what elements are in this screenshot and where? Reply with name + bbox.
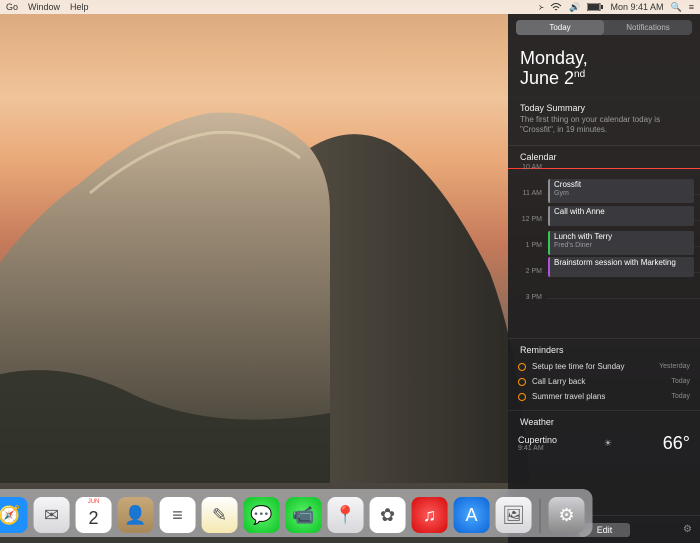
bluetooth-icon[interactable]: ᚛: [539, 2, 544, 13]
tab-today[interactable]: Today: [516, 20, 604, 35]
reminder-title: Call Larry back: [532, 377, 585, 386]
calendar-event[interactable]: Call with Anne: [548, 206, 694, 226]
reminder-due: Today: [671, 378, 690, 385]
calendar-event[interactable]: Brainstorm session with Marketing: [548, 257, 694, 277]
wifi-icon[interactable]: [550, 3, 562, 12]
dock-reminders[interactable]: ≡: [160, 497, 196, 533]
dock-photos[interactable]: ✿: [370, 497, 406, 533]
dock-preview[interactable]: 🖼: [496, 497, 532, 533]
hour-label: 11 AM: [516, 190, 542, 197]
hour-label: 12 PM: [516, 216, 542, 223]
reminder-due: Yesterday: [659, 363, 690, 370]
hour-label: 1 PM: [516, 242, 542, 249]
summary-title: Today Summary: [508, 99, 700, 115]
menu-help[interactable]: Help: [70, 2, 89, 12]
dock-calendar[interactable]: JUN2: [76, 497, 112, 533]
dock-itunes[interactable]: ♫: [412, 497, 448, 533]
reminder-title: Summer travel plans: [532, 392, 605, 401]
weather-title: Weather: [508, 413, 700, 429]
dock: ☺🚀🧭✉JUN2👤≡✎💬📹📍✿♫A🖼⚙: [0, 489, 593, 537]
hour-label: 2 PM: [516, 268, 542, 275]
wallpaper-mountain: [0, 53, 530, 483]
dock-mail[interactable]: ✉: [34, 497, 70, 533]
dock-appstore[interactable]: A: [454, 497, 490, 533]
menu-go[interactable]: Go: [6, 2, 18, 12]
notification-center: Today Notifications Monday, June 2nd Tod…: [508, 14, 700, 543]
weather-time: 9:41 AM: [518, 445, 557, 452]
notification-center-icon[interactable]: ≡: [689, 2, 694, 12]
dock-facetime[interactable]: 📹: [286, 497, 322, 533]
event-title: Lunch with Terry: [554, 233, 690, 242]
reminder-checkbox[interactable]: [518, 393, 526, 401]
sun-icon: ☀: [604, 438, 612, 449]
weather-temp: 66°: [663, 433, 690, 454]
reminder-item[interactable]: Call Larry back Today: [518, 374, 690, 389]
nc-tabs: Today Notifications: [516, 20, 692, 35]
calendar-event[interactable]: Lunch with TerryFred's Diner: [548, 231, 694, 255]
gear-icon[interactable]: ⚙: [683, 524, 692, 535]
event-title: Crossfit: [554, 181, 690, 190]
calendar-timeline: 9:41 AM 10 AM11 AM12 PM1 PM2 PM3 PM Cros…: [508, 168, 700, 336]
menu-window[interactable]: Window: [28, 2, 60, 12]
dock-contacts[interactable]: 👤: [118, 497, 154, 533]
spotlight-icon[interactable]: 🔍: [671, 2, 682, 13]
date-suffix: nd: [574, 69, 585, 80]
reminder-item[interactable]: Summer travel plans Today: [518, 389, 690, 404]
dock-notes[interactable]: ✎: [202, 497, 238, 533]
desktop: Go Window Help ᚛ 🔊 Mon 9:41 AM 🔍 ≡: [0, 0, 700, 543]
event-title: Call with Anne: [554, 208, 690, 217]
hour-label: 10 AM: [516, 164, 542, 171]
reminder-due: Today: [671, 393, 690, 400]
date-monthday: June 2: [520, 68, 574, 88]
summary-text: The first thing on your calendar today i…: [508, 115, 700, 144]
volume-icon[interactable]: 🔊: [569, 2, 580, 13]
reminder-item[interactable]: Setup tee time for Sunday Yesterday: [518, 359, 690, 374]
event-location: Fred's Diner: [554, 242, 690, 250]
calendar-event[interactable]: CrossfitGym: [548, 179, 694, 203]
event-location: Gym: [554, 190, 690, 198]
calendar-title: Calendar: [508, 148, 700, 164]
dock-safari[interactable]: 🧭: [0, 497, 28, 533]
tab-notifications[interactable]: Notifications: [604, 20, 692, 35]
dock-messages[interactable]: 💬: [244, 497, 280, 533]
date-weekday: Monday,: [520, 49, 688, 69]
reminder-checkbox[interactable]: [518, 363, 526, 371]
dock-settings[interactable]: ⚙: [549, 497, 585, 533]
date-header: Monday, June 2nd: [508, 35, 700, 99]
event-title: Brainstorm session with Marketing: [554, 259, 690, 268]
reminder-title: Setup tee time for Sunday: [532, 362, 625, 371]
reminders-title: Reminders: [508, 341, 700, 357]
weather-location: Cupertino: [518, 435, 557, 445]
menubar: Go Window Help ᚛ 🔊 Mon 9:41 AM 🔍 ≡: [0, 0, 700, 14]
weather-widget[interactable]: Cupertino 9:41 AM ☀ 66°: [508, 429, 700, 456]
reminder-checkbox[interactable]: [518, 378, 526, 386]
reminders-list: Setup tee time for Sunday Yesterday Call L…: [508, 357, 700, 408]
clock[interactable]: Mon 9:41 AM: [610, 2, 663, 12]
dock-maps[interactable]: 📍: [328, 497, 364, 533]
hour-label: 3 PM: [516, 294, 542, 301]
battery-icon[interactable]: [587, 3, 603, 11]
